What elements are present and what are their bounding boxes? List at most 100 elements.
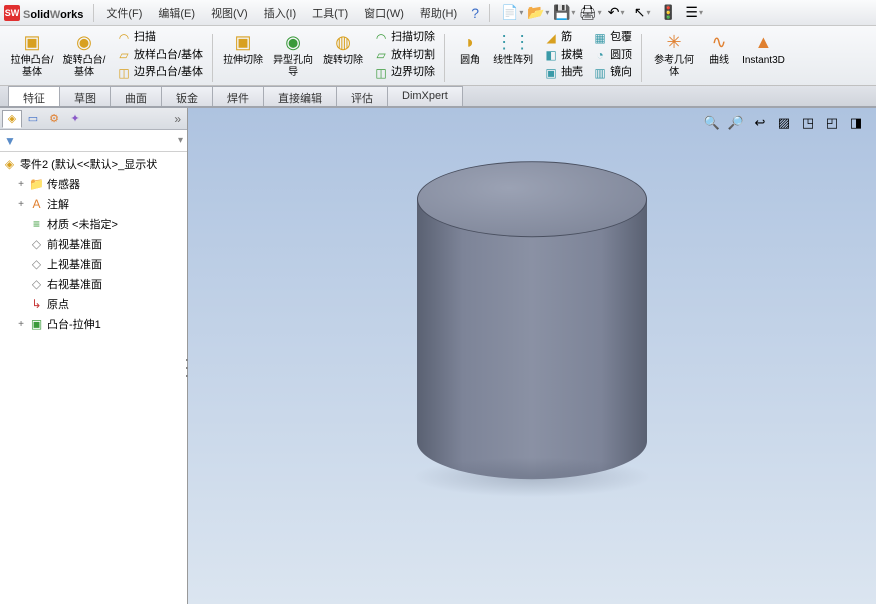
ribbon-icon: ◠: [117, 31, 131, 45]
zoom-area-icon[interactable]: 🔎: [726, 114, 746, 132]
model-cylinder[interactable]: [417, 199, 647, 479]
tree-item-凸台-拉伸1[interactable]: +▣凸台-拉伸1: [0, 314, 187, 334]
menu-工具(T)[interactable]: 工具(T): [304, 3, 356, 23]
ribbon-toolbar: ▣拉伸凸台/基体◉旋转凸台/基体 ◠扫描▱放样凸台/基体◫边界凸台/基体 ▣拉伸…: [0, 26, 876, 86]
tree-root[interactable]: ◈ 零件2 (默认<<默认>_显示状: [0, 154, 187, 174]
ribbon-抽壳[interactable]: ▣抽壳: [541, 64, 586, 81]
tab-DimXpert[interactable]: DimXpert: [387, 86, 463, 106]
tree-item-上视基准面[interactable]: ◇上视基准面: [0, 254, 187, 274]
tab-焊件[interactable]: 焊件: [212, 86, 264, 106]
ribbon-icon: ⋮⋮: [502, 32, 524, 54]
new-doc-icon[interactable]: 📄▾: [502, 3, 522, 23]
section-icon[interactable]: ▨: [774, 114, 794, 132]
ribbon-Instant3D[interactable]: ▲Instant3D: [738, 30, 789, 69]
tab-曲面[interactable]: 曲面: [110, 86, 162, 106]
panel-collapse-icon[interactable]: »: [170, 112, 185, 126]
ribbon-圆角[interactable]: ◗圆角: [451, 30, 489, 69]
menu-帮助(H)[interactable]: 帮助(H): [412, 3, 465, 23]
ribbon-筋[interactable]: ◢筋: [541, 29, 586, 46]
ribbon-icon: ◫: [117, 66, 131, 80]
ribbon-拔模[interactable]: ◧拔模: [541, 47, 586, 64]
tab-直接编辑[interactable]: 直接编辑: [263, 86, 337, 106]
display-tab[interactable]: ✦: [65, 110, 85, 128]
tab-钣金[interactable]: 钣金: [161, 86, 213, 106]
ribbon-扫描[interactable]: ◠扫描: [114, 29, 206, 46]
ribbon-拉伸凸台/基体[interactable]: ▣拉伸凸台/基体: [6, 30, 58, 81]
ribbon-icon: ▣: [544, 66, 558, 80]
menu-插入(I)[interactable]: 插入(I): [256, 3, 304, 23]
main-area: ◈ ▭ ⚙ ✦ » ▼ ▾ ◈ 零件2 (默认<<默认>_显示状 +📁传感器+A…: [0, 108, 876, 604]
ribbon-icon: ◔: [593, 49, 607, 63]
ribbon-放样切割[interactable]: ▱放样切割: [371, 47, 438, 64]
save-icon[interactable]: 💾▾: [554, 3, 574, 23]
select-icon[interactable]: ↖▾: [632, 3, 652, 23]
tab-草图[interactable]: 草图: [59, 86, 111, 106]
tree-item-前视基准面[interactable]: ◇前视基准面: [0, 234, 187, 254]
viewport[interactable]: 🔍🔎↩▨◳◰◨: [188, 108, 876, 604]
logo-icon: SW: [4, 5, 20, 21]
ribbon-镜向[interactable]: ▥镜向: [590, 64, 635, 81]
ribbon-边界切除[interactable]: ◫边界切除: [371, 64, 438, 81]
undo-icon[interactable]: ↶▾: [606, 3, 626, 23]
ribbon-包覆[interactable]: ▦包覆: [590, 29, 635, 46]
menu-编辑(E)[interactable]: 编辑(E): [150, 3, 203, 23]
prev-view-icon[interactable]: ↩: [750, 114, 770, 132]
tree-icon: ◇: [29, 237, 44, 252]
tree-item-注解[interactable]: +A注解: [0, 194, 187, 214]
ribbon-icon: ▱: [117, 49, 131, 63]
tree-item-右视基准面[interactable]: ◇右视基准面: [0, 274, 187, 294]
rebuild-icon[interactable]: 🚦: [658, 3, 678, 23]
open-icon[interactable]: 📂▾: [528, 3, 548, 23]
tree-icon: ↳: [29, 297, 44, 312]
ribbon-icon: ▱: [374, 49, 388, 63]
ribbon-边界凸台/基体[interactable]: ◫边界凸台/基体: [114, 64, 206, 81]
feature-tree-tab[interactable]: ◈: [2, 110, 22, 128]
filter-dropdown-icon[interactable]: ▾: [178, 135, 183, 146]
feature-tree: ◈ 零件2 (默认<<默认>_显示状 +📁传感器+A注解≡材质 <未指定>◇前视…: [0, 152, 187, 336]
ribbon-旋转切除[interactable]: ◍旋转切除: [319, 30, 367, 69]
ribbon-拉伸切除[interactable]: ▣拉伸切除: [219, 30, 267, 69]
options-icon[interactable]: ☰▾: [684, 3, 704, 23]
ribbon-icon: ◠: [374, 31, 388, 45]
appearance-icon[interactable]: ◨: [846, 114, 866, 132]
view-toolbar: 🔍🔎↩▨◳◰◨: [702, 114, 866, 132]
menu-视图(V)[interactable]: 视图(V): [203, 3, 256, 23]
ribbon-icon: ◧: [544, 49, 558, 63]
filter-icon: ▼: [4, 134, 16, 148]
tree-item-传感器[interactable]: +📁传感器: [0, 174, 187, 194]
ribbon-icon: ▦: [593, 31, 607, 45]
ribbon-圆顶[interactable]: ◔圆顶: [590, 47, 635, 64]
ribbon-放样凸台/基体[interactable]: ▱放样凸台/基体: [114, 47, 206, 64]
ribbon-异型孔向导[interactable]: ◉异型孔向导: [267, 30, 319, 81]
tab-特征[interactable]: 特征: [8, 86, 60, 106]
app-logo: SW SolidWorks: [4, 5, 83, 21]
ribbon-icon: ◍: [332, 32, 354, 54]
panel-tab-bar: ◈ ▭ ⚙ ✦ »: [0, 108, 187, 130]
menu-文件(F)[interactable]: 文件(F): [98, 3, 150, 23]
ribbon-曲线[interactable]: ∿曲线: [700, 30, 738, 69]
part-icon: ◈: [2, 157, 17, 172]
tab-评估[interactable]: 评估: [336, 86, 388, 106]
tree-item-原点[interactable]: ↳原点: [0, 294, 187, 314]
ribbon-icon: ▲: [752, 32, 774, 54]
tree-item-材质 <未指定>[interactable]: ≡材质 <未指定>: [0, 214, 187, 234]
display-icon[interactable]: ◳: [798, 114, 818, 132]
ribbon-旋转凸台/基体[interactable]: ◉旋转凸台/基体: [58, 30, 110, 81]
ribbon-icon: ◗: [459, 32, 481, 54]
menu-窗口(W)[interactable]: 窗口(W): [356, 3, 412, 23]
property-tab[interactable]: ▭: [23, 110, 43, 128]
ribbon-icon: ◢: [544, 31, 558, 45]
ribbon-icon: ▥: [593, 66, 607, 80]
ribbon-icon: ◫: [374, 66, 388, 80]
ribbon-icon: ◉: [73, 32, 95, 54]
zoom-fit-icon[interactable]: 🔍: [702, 114, 722, 132]
tree-filter[interactable]: ▼ ▾: [0, 130, 187, 152]
command-tabs: 特征草图曲面钣金焊件直接编辑评估DimXpert: [0, 86, 876, 108]
ribbon-扫描切除[interactable]: ◠扫描切除: [371, 29, 438, 46]
hide-icon[interactable]: ◰: [822, 114, 842, 132]
ribbon-参考几何体[interactable]: ✳参考几何体: [648, 30, 700, 81]
help-icon[interactable]: ?: [465, 3, 485, 23]
ribbon-线性阵列[interactable]: ⋮⋮线性阵列: [489, 30, 537, 69]
config-tab[interactable]: ⚙: [44, 110, 64, 128]
print-icon[interactable]: 🖨▾: [580, 3, 600, 23]
